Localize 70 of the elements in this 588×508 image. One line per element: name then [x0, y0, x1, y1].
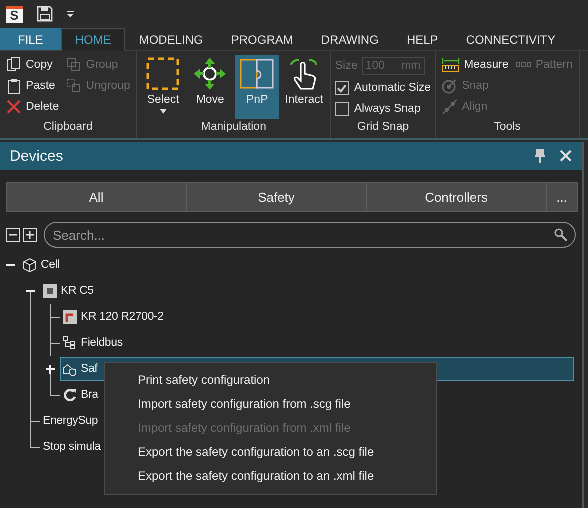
expand-icon[interactable]	[46, 365, 55, 374]
checkbox-label: Automatic Size	[354, 82, 432, 94]
ribbon-button[interactable]: Delete	[4, 97, 62, 117]
cube-icon	[23, 258, 37, 272]
group-label: Tools	[493, 121, 522, 135]
ribbon-tab[interactable]: MODELING	[125, 28, 218, 50]
ribbon-tab[interactable]: PROGRAM	[217, 28, 308, 50]
tree-item[interactable]: KR C5	[61, 285, 94, 297]
ribbon-button[interactable]: Move	[188, 55, 232, 119]
menu-item[interactable]: Import safety configuration from .scg file	[105, 392, 436, 416]
app-logo: S	[6, 6, 23, 22]
ribbon-button[interactable]: Copy	[4, 55, 62, 75]
puzzle-icon	[240, 57, 274, 91]
ribbon-button[interactable]: Paste	[4, 76, 62, 96]
tree-item[interactable]: Stop simula	[43, 441, 101, 453]
ribbon-tab[interactable]: HELP	[392, 28, 452, 50]
filter-tab[interactable]: Safety	[187, 183, 367, 211]
filter-tab[interactable]: All	[7, 183, 187, 211]
delete-icon	[6, 99, 22, 115]
ribbon-tab[interactable]: DRAWING	[307, 28, 393, 50]
ribbon-button[interactable]: Measure	[440, 55, 511, 75]
checkbox[interactable]	[335, 81, 350, 95]
customize-caret-icon[interactable]	[67, 10, 74, 18]
tree-item[interactable]: EnergySup	[43, 415, 98, 427]
field-label: Size	[335, 60, 358, 72]
close-icon[interactable]	[560, 150, 572, 162]
selection-icon	[146, 57, 180, 91]
tree-item[interactable]: KR 120 R2700-2	[81, 311, 164, 323]
tree-item[interactable]: Cell	[41, 259, 60, 271]
refresh-icon	[63, 388, 77, 402]
group-label: Manipulation	[200, 121, 268, 135]
dots-icon	[516, 61, 532, 69]
copy-icon	[6, 57, 22, 73]
align-icon	[442, 99, 458, 115]
cabinet-icon	[43, 284, 57, 298]
target-icon	[442, 78, 458, 94]
network-icon	[63, 336, 77, 350]
ribbon-tab[interactable]: CONNECTIVITY	[452, 28, 570, 50]
ungroup-icon	[66, 78, 82, 94]
collapse-all-icon[interactable]	[6, 228, 20, 242]
search-field[interactable]: Search...	[44, 222, 576, 248]
file-tab[interactable]: FILE	[0, 28, 62, 50]
ruler-icon	[442, 57, 460, 73]
group-label: Clipboard	[42, 121, 94, 135]
ribbon-button[interactable]: Interact	[282, 55, 326, 119]
robot-arm-icon	[63, 310, 77, 324]
checkbox[interactable]	[335, 102, 350, 116]
group-label: Grid Snap	[356, 121, 410, 135]
menu-item[interactable]: Export the safety configuration to an .scg file	[105, 440, 436, 464]
tree-item[interactable]: Saf	[81, 363, 98, 375]
tree-item[interactable]: Fieldbus	[81, 337, 123, 349]
ribbon-tab[interactable]: HOME	[61, 28, 126, 51]
filter-tab[interactable]: ...	[547, 183, 577, 211]
filter-tab[interactable]: Controllers	[367, 183, 547, 211]
menu-item[interactable]: Export the safety configuration to an .xml file	[105, 464, 436, 488]
clipboard-icon	[6, 78, 22, 94]
save-icon[interactable]	[37, 6, 53, 22]
tree-item[interactable]: Bra	[81, 389, 98, 401]
search-icon	[554, 228, 568, 242]
expand-all-icon[interactable]	[23, 228, 37, 242]
pin-icon[interactable]	[534, 149, 546, 163]
group-icon	[66, 57, 82, 73]
panel-title: Devices	[10, 148, 64, 164]
ribbon-button[interactable]: PnP	[235, 55, 280, 119]
menu-item[interactable]: Print safety configuration	[105, 368, 436, 392]
shield-robot-icon	[63, 362, 77, 376]
move-icon	[193, 57, 228, 91]
check-icon	[337, 84, 348, 92]
checkbox-label: Always Snap	[354, 103, 421, 115]
ribbon-button[interactable]: Select	[141, 55, 186, 119]
